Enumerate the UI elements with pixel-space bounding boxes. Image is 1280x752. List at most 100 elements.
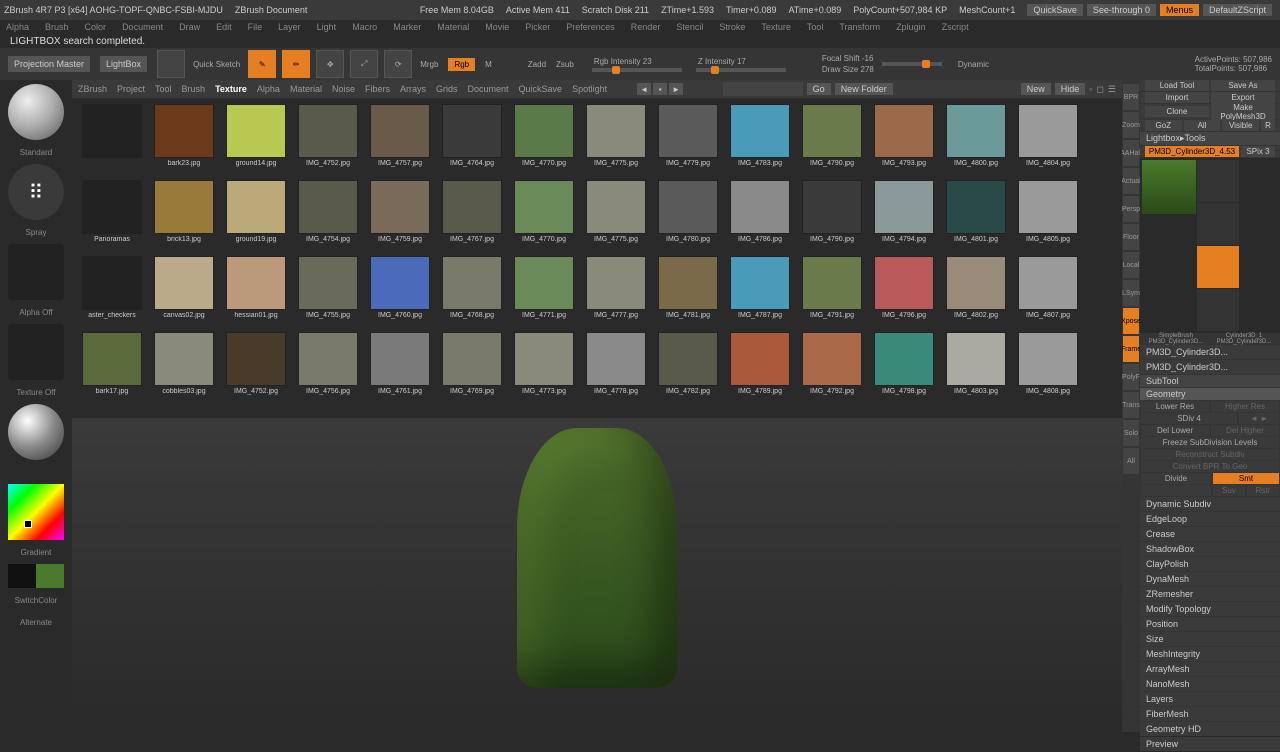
edit-button[interactable]: ✎ — [248, 50, 276, 78]
tab-material[interactable]: Material — [290, 84, 322, 94]
rgb-intensity[interactable]: Rgb Intensity 23 — [594, 57, 688, 66]
tab-brush[interactable]: Brush — [182, 84, 206, 94]
texture-item[interactable]: IMG_4752.jpg — [220, 332, 292, 408]
menu-edit[interactable]: Edit — [216, 22, 232, 32]
menu-picker[interactable]: Picker — [525, 22, 550, 32]
texture-item[interactable]: IMG_4782.jpg — [652, 332, 724, 408]
texture-item[interactable]: IMG_4773.jpg — [508, 332, 580, 408]
rstr-button[interactable]: Rstr — [1247, 485, 1279, 496]
m-button[interactable]: M — [485, 60, 492, 69]
lightbox-tools-header[interactable]: Lightbox▸Tools — [1140, 132, 1280, 145]
section-arraymesh[interactable]: ArrayMesh — [1140, 662, 1280, 676]
texture-item[interactable]: IMG_4804.jpg — [1012, 104, 1084, 180]
texture-item[interactable]: IMG_4787.jpg — [724, 256, 796, 332]
texture-item[interactable]: IMG_4790.jpg — [796, 180, 868, 256]
visible-button[interactable]: Visible — [1222, 120, 1259, 131]
tab-project[interactable]: Project — [117, 84, 145, 94]
texture-item[interactable]: IMG_4793.jpg — [868, 104, 940, 180]
z-intensity[interactable]: Z Intensity 17 — [698, 57, 792, 66]
menu-preferences[interactable]: Preferences — [566, 22, 615, 32]
section-layers[interactable]: Layers — [1140, 692, 1280, 706]
aahalf-icon[interactable]: AAHalf — [1123, 140, 1139, 166]
view-small-icon[interactable]: ▫ — [1089, 84, 1092, 94]
texture-item[interactable]: Panoramas — [76, 180, 148, 256]
hide-button[interactable]: Hide — [1055, 83, 1086, 95]
texture-item[interactable]: IMG_4808.jpg — [1012, 332, 1084, 408]
texture-item[interactable]: bark17.jpg — [76, 332, 148, 408]
section-geometry-hd[interactable]: Geometry HD — [1140, 722, 1280, 736]
texture-item[interactable]: IMG_4781.jpg — [652, 256, 724, 332]
texture-item[interactable]: brick13.jpg — [148, 180, 220, 256]
search-input[interactable] — [723, 82, 803, 96]
tool-thumb[interactable] — [1197, 246, 1239, 288]
texture-item[interactable]: IMG_4767.jpg — [436, 180, 508, 256]
texture-item[interactable]: ground14.jpg — [220, 104, 292, 180]
color-swatches[interactable] — [8, 564, 64, 588]
texture-item[interactable] — [76, 104, 148, 180]
mrgb-label[interactable]: Mrgb — [420, 60, 438, 69]
view-large-icon[interactable]: ☰ — [1108, 84, 1116, 95]
tab-alpha[interactable]: Alpha — [257, 84, 280, 94]
tree-item[interactable]: PM3D_Cylinder3D... — [1140, 360, 1280, 374]
view-med-icon[interactable]: ◻ — [1096, 84, 1103, 95]
polyf-icon[interactable]: PolyF — [1123, 364, 1139, 390]
section-dynamesh[interactable]: DynaMesh — [1140, 572, 1280, 586]
menu-zscript[interactable]: Zscript — [942, 22, 969, 32]
menus-button[interactable]: Menus — [1160, 4, 1199, 16]
trans-icon[interactable]: Trans — [1123, 392, 1139, 418]
freeze-button[interactable]: Freeze SubDivision Levels — [1141, 437, 1279, 448]
section-edgeloop[interactable]: EdgeLoop — [1140, 512, 1280, 526]
tab-arrays[interactable]: Arrays — [400, 84, 426, 94]
seethrough-slider[interactable]: See-through 0 — [1087, 4, 1156, 16]
section-modify-topology[interactable]: Modify Topology — [1140, 602, 1280, 616]
focal-shift[interactable]: Focal Shift -16 — [822, 54, 874, 63]
texture-item[interactable]: IMG_4794.jpg — [868, 180, 940, 256]
polymesh-button[interactable]: Make PolyMesh3D — [1211, 102, 1275, 122]
menu-zplugin[interactable]: Zplugin — [896, 22, 926, 32]
texture-item[interactable]: IMG_4761.jpg — [364, 332, 436, 408]
menu-material[interactable]: Material — [437, 22, 469, 32]
texture-item[interactable]: IMG_4802.jpg — [940, 256, 1012, 332]
tool-thumb[interactable] — [1197, 203, 1239, 245]
draw-size[interactable]: Draw Size 278 — [822, 65, 874, 74]
stroke-preview[interactable]: ⠿ — [8, 164, 64, 220]
texture-item[interactable]: IMG_4777.jpg — [580, 256, 652, 332]
texture-item[interactable]: IMG_4770.jpg — [508, 104, 580, 180]
tab-document[interactable]: Document — [468, 84, 509, 94]
texture-item[interactable]: IMG_4791.jpg — [796, 256, 868, 332]
texture-item[interactable]: IMG_4789.jpg — [724, 332, 796, 408]
texture-item[interactable]: bark23.jpg — [148, 104, 220, 180]
tree-item[interactable]: PM3D_Cylinder3D... — [1140, 345, 1280, 359]
go-button[interactable]: Go — [807, 83, 831, 95]
all-icon[interactable]: All — [1123, 448, 1139, 474]
smt-button[interactable]: Smt — [1213, 473, 1279, 484]
menu-texture[interactable]: Texture — [761, 22, 791, 32]
tab-quicksave[interactable]: QuickSave — [519, 84, 563, 94]
texture-item[interactable]: IMG_4798.jpg — [868, 332, 940, 408]
r-button[interactable]: R — [1261, 120, 1275, 131]
color-picker[interactable] — [8, 484, 64, 540]
actual-icon[interactable]: Actual — [1123, 168, 1139, 194]
section-dynamic-subdiv[interactable]: Dynamic Subdiv — [1140, 497, 1280, 511]
nav-up-icon[interactable]: ▪ — [653, 83, 667, 95]
import-button[interactable]: Import — [1145, 92, 1209, 103]
lightbox-button[interactable]: LightBox — [100, 56, 147, 72]
brush-preview[interactable] — [8, 84, 64, 140]
move-button[interactable]: ✥ — [316, 50, 344, 78]
sdiv-slider[interactable]: SDiv 4 — [1141, 413, 1237, 424]
rgb-intensity-slider[interactable] — [592, 68, 682, 72]
tab-texture[interactable]: Texture — [215, 84, 247, 94]
draw-button[interactable]: ✏ — [282, 50, 310, 78]
menu-brush[interactable]: Brush — [45, 22, 69, 32]
texture-item[interactable]: IMG_4796.jpg — [868, 256, 940, 332]
texture-item[interactable]: IMG_4790.jpg — [796, 104, 868, 180]
texture-item[interactable]: IMG_4778.jpg — [580, 332, 652, 408]
menu-macro[interactable]: Macro — [352, 22, 377, 32]
switch-color[interactable]: SwitchColor — [8, 590, 64, 610]
menu-layer[interactable]: Layer — [278, 22, 301, 32]
texture-item[interactable]: IMG_4801.jpg — [940, 180, 1012, 256]
section-preview[interactable]: Preview — [1140, 737, 1280, 751]
load-tool-button[interactable]: Load Tool — [1145, 80, 1209, 91]
new-folder-button[interactable]: New Folder — [835, 83, 893, 95]
save-as-button[interactable]: Save As — [1211, 80, 1275, 91]
